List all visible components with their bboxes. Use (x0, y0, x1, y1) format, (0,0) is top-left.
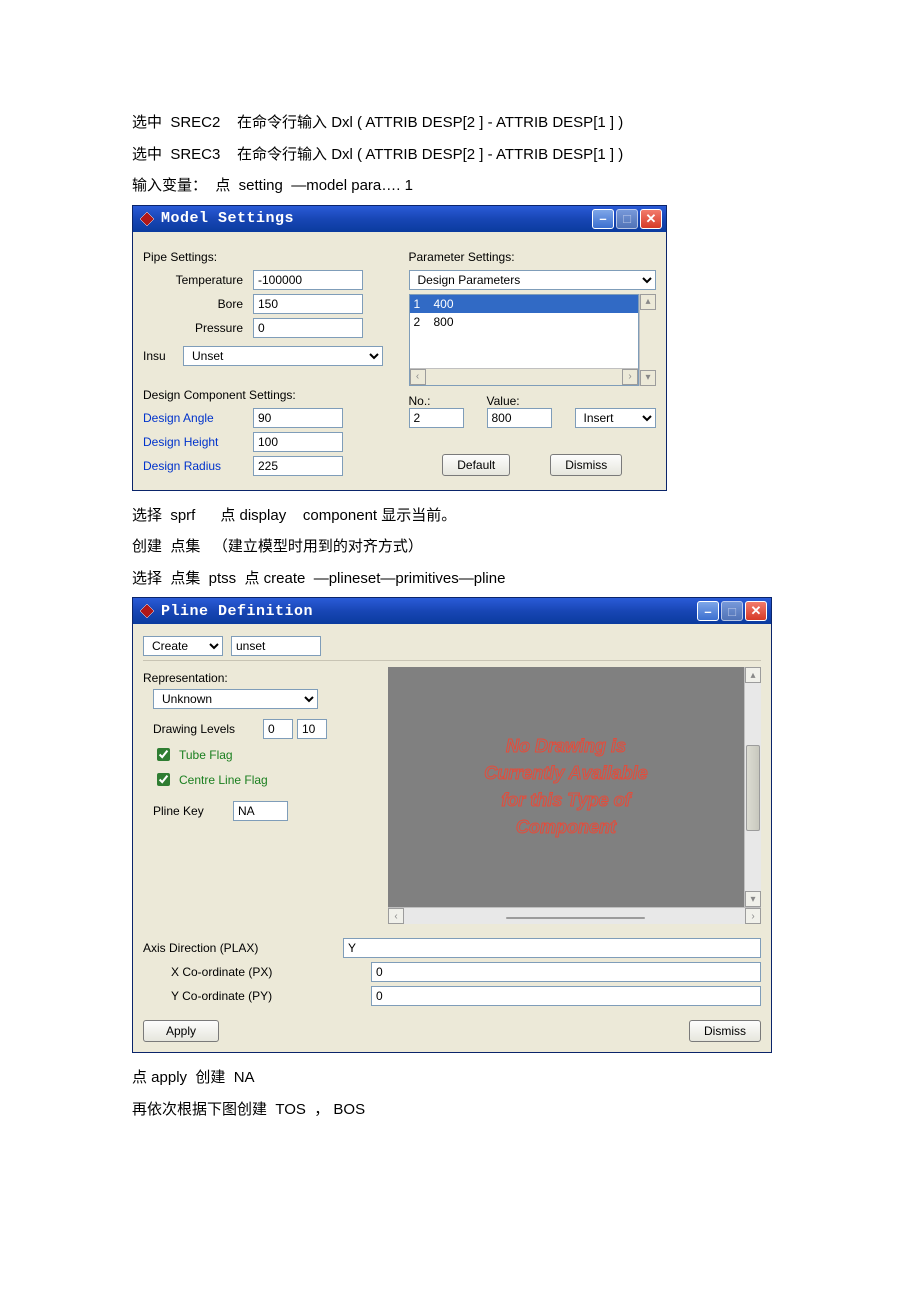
temperature-input[interactable] (253, 270, 363, 290)
design-angle-link[interactable]: Design Angle (143, 411, 214, 425)
design-radius-link[interactable]: Design Radius (143, 459, 221, 473)
parameter-settings-label: Parameter Settings: (409, 250, 657, 264)
close-button[interactable]: ✕ (745, 601, 767, 621)
pressure-input[interactable] (253, 318, 363, 338)
canvas-hscroll[interactable]: ‹ › (388, 907, 761, 924)
parameter-listbox[interactable]: 1 400 2 800 ‹ › (409, 294, 640, 386)
insu-label: Insu (143, 349, 183, 363)
scroll-right-icon[interactable]: › (622, 369, 638, 385)
dismiss-button[interactable]: Dismiss (689, 1020, 761, 1042)
apply-button[interactable]: Apply (143, 1020, 219, 1042)
insu-select[interactable]: Unset (183, 346, 383, 366)
drawing-levels-to-input[interactable] (297, 719, 327, 739)
bore-label: Bore (143, 297, 253, 311)
close-button[interactable]: ✕ (640, 209, 662, 229)
px-label: X Co-ordinate (PX) (143, 965, 371, 979)
axis-direction-label: Axis Direction (PLAX) (143, 941, 343, 955)
intro-line-2: 选中 SREC3 在命令行输入 Dxl ( ATTRIB DESP[2 ] - … (132, 142, 788, 168)
insert-select[interactable]: Insert (575, 408, 657, 428)
scroll-left-icon[interactable]: ‹ (388, 908, 404, 924)
mid-line-1: 选择 sprf 点 display component 显示当前。 (132, 503, 788, 529)
py-input[interactable] (371, 986, 761, 1006)
list-row[interactable]: 2 800 (410, 313, 639, 331)
scroll-left-icon[interactable]: ‹ (410, 369, 426, 385)
intro-line-3: 输入变量： 点 setting —model para…. 1 (132, 173, 788, 199)
pressure-label: Pressure (143, 321, 253, 335)
centre-line-flag-checkbox[interactable] (157, 773, 170, 786)
drawing-levels-from-input[interactable] (263, 719, 293, 739)
outro-line-1: 点 apply 创建 NA (132, 1065, 788, 1091)
mid-line-2: 创建 点集 （建立模型时用到的对齐方式） (132, 534, 788, 560)
value-input[interactable] (487, 408, 552, 428)
representation-select[interactable]: Unknown (153, 689, 318, 709)
drawing-canvas: No Drawing is Currently Available for th… (388, 667, 744, 907)
design-radius-input[interactable] (253, 456, 343, 476)
pline-key-input[interactable] (233, 801, 288, 821)
create-value-input[interactable] (231, 636, 321, 656)
py-label: Y Co-ordinate (PY) (143, 989, 371, 1003)
bore-input[interactable] (253, 294, 363, 314)
outro-line-2: 再依次根据下图创建 TOS ， BOS (132, 1097, 788, 1123)
default-button[interactable]: Default (442, 454, 510, 476)
maximize-button[interactable]: □ (721, 601, 743, 621)
scroll-up-icon[interactable]: ▴ (745, 667, 761, 683)
no-drawing-text: No Drawing is Currently Available for th… (484, 733, 647, 841)
value-label: Value: (487, 394, 557, 408)
app-icon (139, 211, 155, 227)
no-label: No.: (409, 394, 469, 408)
tube-flag-checkbox[interactable] (157, 748, 170, 761)
model-settings-window: Model Settings – □ ✕ Pipe Settings: Temp… (132, 205, 667, 491)
no-input[interactable] (409, 408, 464, 428)
list-hscroll[interactable]: ‹ › (410, 368, 639, 385)
pline-key-label: Pline Key (153, 804, 233, 818)
maximize-button[interactable]: □ (616, 209, 638, 229)
design-height-input[interactable] (253, 432, 343, 452)
temperature-label: Temperature (143, 273, 253, 287)
title-bar[interactable]: Pline Definition – □ ✕ (133, 598, 771, 624)
canvas-vscroll[interactable]: ▴ ▾ (744, 667, 761, 907)
pline-definition-window: Pline Definition – □ ✕ Create Representa… (132, 597, 772, 1053)
tube-flag-label: Tube Flag (179, 748, 233, 762)
px-input[interactable] (371, 962, 761, 982)
design-component-settings-label: Design Component Settings: (143, 388, 391, 402)
pipe-settings-label: Pipe Settings: (143, 250, 391, 264)
window-title: Model Settings (161, 210, 592, 227)
create-select[interactable]: Create (143, 636, 223, 656)
drawing-levels-label: Drawing Levels (153, 722, 263, 736)
minimize-button[interactable]: – (697, 601, 719, 621)
design-height-link[interactable]: Design Height (143, 435, 218, 449)
scroll-right-icon[interactable]: › (745, 908, 761, 924)
centre-line-flag-label: Centre Line Flag (179, 773, 268, 787)
list-row[interactable]: 1 400 (410, 295, 639, 313)
representation-label: Representation: (143, 671, 378, 685)
intro-line-1: 选中 SREC2 在命令行输入 Dxl ( ATTRIB DESP[2 ] - … (132, 110, 788, 136)
app-icon (139, 603, 155, 619)
minimize-button[interactable]: – (592, 209, 614, 229)
design-angle-input[interactable] (253, 408, 343, 428)
window-title: Pline Definition (161, 603, 697, 620)
scroll-up-icon[interactable]: ▴ (640, 294, 656, 310)
scroll-down-icon[interactable]: ▾ (640, 370, 656, 386)
list-vscroll[interactable]: ▴ ▾ (639, 294, 656, 386)
axis-direction-input[interactable] (343, 938, 761, 958)
dismiss-button[interactable]: Dismiss (550, 454, 622, 476)
title-bar[interactable]: Model Settings – □ ✕ (133, 206, 666, 232)
mid-line-3: 选择 点集 ptss 点 create —plineset—primitives… (132, 566, 788, 592)
design-parameters-select[interactable]: Design Parameters (409, 270, 657, 290)
scroll-down-icon[interactable]: ▾ (745, 891, 761, 907)
